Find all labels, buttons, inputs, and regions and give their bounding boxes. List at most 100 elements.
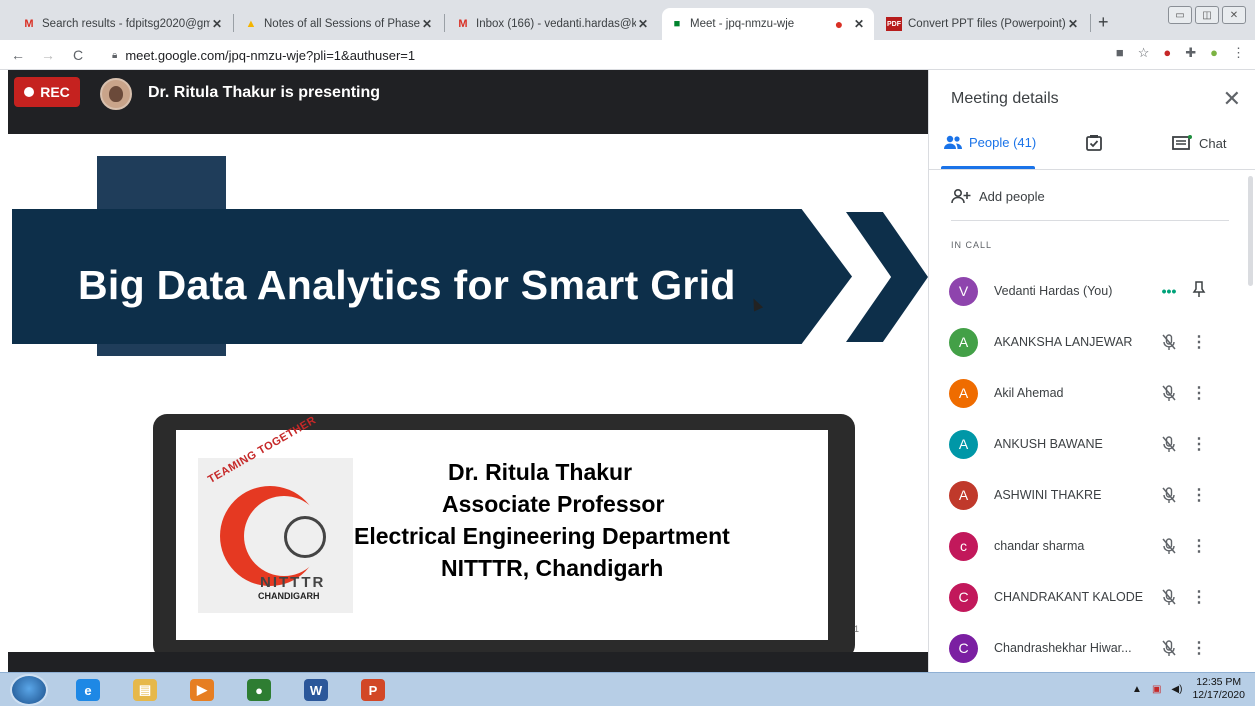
tab-people-label: People (41) <box>969 134 1037 150</box>
mic-off-icon <box>1154 333 1184 351</box>
more-options-icon[interactable]: ⋮ <box>1184 587 1214 607</box>
maximize-button[interactable]: ◫ <box>1195 6 1219 24</box>
slide-title: Big Data Analytics for Smart Grid <box>78 262 736 308</box>
avatar: V <box>949 276 978 306</box>
close-tab-icon[interactable]: ✕ <box>420 17 434 31</box>
taskbar-app-button[interactable]: e <box>66 676 110 704</box>
checkbox-icon <box>1086 135 1102 151</box>
volume-icon[interactable]: ◀) <box>1171 684 1182 695</box>
gmail-icon: M <box>458 18 468 30</box>
participant-name: CHANDRAKANT KALODE <box>994 590 1144 604</box>
taskbar-app-button[interactable]: P <box>351 676 395 704</box>
clock[interactable]: 12:35 PM 12/17/2020 <box>1192 676 1245 702</box>
close-panel-button[interactable]: ✕ <box>1223 86 1241 112</box>
participant-row[interactable]: A AKANKSHA LANJEWAR ⋮ <box>949 322 1239 362</box>
presenter-institute: NITTTR, Chandigarh <box>441 555 664 581</box>
participant-name: Chandrashekhar Hiwar... <box>994 641 1132 655</box>
browser-tab-convert-ppt[interactable]: PDF Convert PPT files (Powerpoint) t ✕ <box>878 8 1088 40</box>
tab-chat[interactable]: Chat <box>1171 134 1226 152</box>
meet-stage: REC Dr. Ritula Thakur is presenting Big … <box>0 70 928 672</box>
more-options-icon[interactable]: ⋮ <box>1184 434 1214 454</box>
close-tab-icon[interactable]: ✕ <box>852 17 866 31</box>
tab-activities[interactable] <box>1085 134 1103 152</box>
avatar: C <box>949 582 978 612</box>
close-tab-icon[interactable]: ✕ <box>636 17 650 31</box>
window-controls: ▭ ◫ ✕ <box>1168 6 1246 24</box>
scrollbar[interactable] <box>1248 176 1253 286</box>
browser-menu-icon[interactable]: ⋮ <box>1232 45 1245 61</box>
presenter-avatar <box>100 78 132 110</box>
tab-separator <box>1090 14 1091 32</box>
add-people-button[interactable]: Add people <box>951 188 1045 204</box>
record-dot-icon <box>24 87 35 97</box>
extensions-puzzle-icon[interactable]: ✚ <box>1185 45 1196 61</box>
rec-label: REC <box>40 84 70 100</box>
tab-title: Inbox (166) - vedanti.hardas@kc <box>476 18 636 30</box>
profile-icon[interactable]: ● <box>1210 45 1218 61</box>
powerpoint-icon: P <box>361 679 385 701</box>
participant-row[interactable]: V Vedanti Hardas (You) ••• <box>949 271 1239 311</box>
pin-icon[interactable] <box>1184 280 1214 303</box>
close-tab-icon[interactable]: ✕ <box>210 17 224 31</box>
participant-name: AKANKSHA LANJEWAR <box>994 335 1133 349</box>
taskbar-app-button[interactable]: W <box>294 676 338 704</box>
avatar: A <box>949 378 978 408</box>
new-tab-button[interactable]: + <box>1098 12 1109 33</box>
participant-row[interactable]: C CHANDRAKANT KALODE ⋮ <box>949 577 1239 617</box>
meeting-details-panel: Meeting details ✕ People (41) Chat Add p… <box>928 70 1255 672</box>
close-window-button[interactable]: ✕ <box>1222 6 1246 24</box>
browser-tab-meet[interactable]: ■ Meet - jpq-nmzu-wje ● ✕ <box>662 8 874 40</box>
in-call-label: IN CALL <box>951 240 993 250</box>
word-icon: W <box>304 679 328 701</box>
url-text: meet.google.com/jpq-nmzu-wje?pli=1&authu… <box>125 47 416 63</box>
forward-button[interactable]: → <box>36 47 60 63</box>
media-player-icon: ▶ <box>190 679 214 701</box>
explorer-icon: ▤ <box>133 679 157 701</box>
recording-dot-icon: ● <box>834 16 844 32</box>
tab-title: Meet - jpq-nmzu-wje <box>690 18 795 30</box>
reload-button[interactable]: C <box>66 47 90 63</box>
chat-icon <box>1172 135 1192 150</box>
participant-name: Vedanti Hardas (You) <box>994 284 1113 298</box>
url-field[interactable]: 🔒︎ meet.google.com/jpq-nmzu-wje?pli=1&au… <box>112 44 415 66</box>
pdf-icon: PDF <box>886 17 902 31</box>
bookmark-star-icon[interactable]: ☆ <box>1138 45 1150 61</box>
slide-page-number: 1 <box>854 624 860 634</box>
add-person-icon <box>951 188 971 204</box>
browser-tab-notes[interactable]: ▲ Notes of all Sessions of Phase II ✕ <box>236 8 442 40</box>
more-options-icon[interactable]: ⋮ <box>1184 638 1214 658</box>
tab-title: Search results - fdpitsg2020@gm <box>42 18 210 30</box>
participant-name: chandar sharma <box>994 539 1085 553</box>
more-options-icon[interactable]: ⋮ <box>1184 383 1214 403</box>
participant-row[interactable]: A ASHWINI THAKRE ⋮ <box>949 475 1239 515</box>
mic-off-icon <box>1154 588 1184 606</box>
taskbar-app-button[interactable]: ● <box>237 676 281 704</box>
mic-off-icon <box>1154 435 1184 453</box>
windows-taskbar: ▲ ▣ ◀) 12:35 PM 12/17/2020 e ▤ ▶ ● W P <box>0 672 1255 706</box>
network-icon[interactable]: ▣ <box>1152 684 1161 695</box>
start-button[interactable] <box>10 674 48 706</box>
presentation-header: REC Dr. Ritula Thakur is presenting <box>8 70 928 134</box>
browser-tab-inbox[interactable]: M Inbox (166) - vedanti.hardas@kc ✕ <box>448 8 658 40</box>
camera-icon[interactable]: ■ <box>1116 45 1124 61</box>
participant-row[interactable]: c chandar sharma ⋮ <box>949 526 1239 566</box>
tray-arrow-icon[interactable]: ▲ <box>1132 684 1142 695</box>
more-options-icon[interactable]: ⋮ <box>1184 485 1214 505</box>
participant-name: Akil Ahemad <box>994 386 1064 400</box>
tab-people[interactable]: People (41) <box>943 134 1036 150</box>
participant-row[interactable]: A ANKUSH BAWANE ⋮ <box>949 424 1239 464</box>
more-options-icon[interactable]: ⋮ <box>1184 536 1214 556</box>
minimize-button[interactable]: ▭ <box>1168 6 1192 24</box>
more-options-icon[interactable]: ⋮ <box>1184 332 1214 352</box>
participant-row[interactable]: C Chandrashekhar Hiwar... ⋮ <box>949 628 1239 668</box>
browser-tab-search-results[interactable]: M Search results - fdpitsg2020@gm ✕ <box>14 8 232 40</box>
presenting-text: Dr. Ritula Thakur is presenting <box>148 84 381 101</box>
taskbar-app-button[interactable]: ▶ <box>180 676 224 704</box>
slide-chevron <box>846 212 928 342</box>
tab-separator <box>444 14 445 32</box>
extension-apple-icon[interactable]: ● <box>1163 45 1171 61</box>
back-button[interactable]: ← <box>6 47 30 63</box>
participant-row[interactable]: A Akil Ahemad ⋮ <box>949 373 1239 413</box>
close-tab-icon[interactable]: ✕ <box>1066 17 1080 31</box>
taskbar-app-button[interactable]: ▤ <box>123 676 167 704</box>
